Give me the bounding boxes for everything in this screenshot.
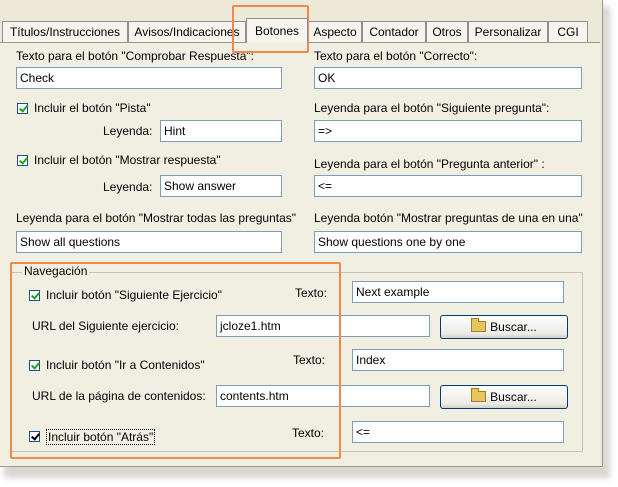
hint-caption: Leyenda: (103, 124, 153, 138)
one-by-one-label: Leyenda botón "Mostrar preguntas de una … (314, 211, 583, 225)
back-text-input[interactable]: <= (352, 421, 564, 443)
tab-strip: Títulos/Instrucciones Avisos/Indicacione… (0, 18, 600, 43)
tab-contador[interactable]: Contador (362, 21, 426, 42)
hint-checkbox[interactable] (17, 103, 28, 114)
previous-question-input[interactable]: <= (314, 175, 582, 197)
tab-avisos[interactable]: Avisos/Indicaciones (128, 21, 246, 42)
show-answer-input[interactable]: Show answer (160, 175, 282, 197)
correct-button-input[interactable]: OK (314, 67, 582, 89)
show-answer-caption: Leyenda: (103, 180, 153, 194)
check-button-label: Texto para el botón "Comprobar Respuesta… (16, 49, 254, 63)
tab-titulos[interactable]: Títulos/Instrucciones (2, 21, 128, 42)
show-all-input[interactable]: Show all questions (16, 231, 282, 253)
tab-aspecto[interactable]: Aspecto (308, 21, 362, 42)
next-question-input[interactable]: => (314, 120, 582, 142)
next-question-label: Leyenda para el botón "Siguiente pregunt… (314, 101, 550, 115)
navigation-checkboxes-highlight (10, 262, 341, 459)
previous-question-label: Leyenda para el botón "Pregunta anterior… (314, 157, 545, 171)
one-by-one-input[interactable]: Show questions one by one (314, 231, 582, 253)
show-answer-checkbox-label: Incluir el botón "Mostrar respuesta" (34, 153, 221, 167)
hint-checkbox-label: Incluir el botón "Pista" (34, 101, 151, 115)
contents-text-input[interactable]: Index (352, 349, 564, 371)
show-answer-checkbox[interactable] (17, 155, 28, 166)
browse-contents-button[interactable]: Buscar... (440, 385, 568, 409)
check-button-input[interactable]: Check (16, 67, 282, 89)
tab-otros[interactable]: Otros (426, 21, 468, 42)
hint-input[interactable]: Hint (160, 120, 282, 142)
tab-personalizar[interactable]: Personalizar (468, 21, 548, 42)
show-all-label: Leyenda para el botón "Mostrar todas las… (16, 211, 297, 225)
folder-icon (471, 318, 487, 332)
folder-icon (471, 388, 487, 402)
next-exercise-text-input[interactable]: Next example (352, 281, 564, 303)
tab-botones[interactable]: Botones (246, 18, 308, 43)
browse-label: Buscar... (490, 390, 537, 404)
browse-label: Buscar... (490, 320, 537, 334)
browse-next-exercise-button[interactable]: Buscar... (440, 315, 568, 339)
correct-button-label: Texto para el botón "Correcto": (314, 49, 478, 63)
tab-cgi[interactable]: CGI (548, 21, 588, 42)
